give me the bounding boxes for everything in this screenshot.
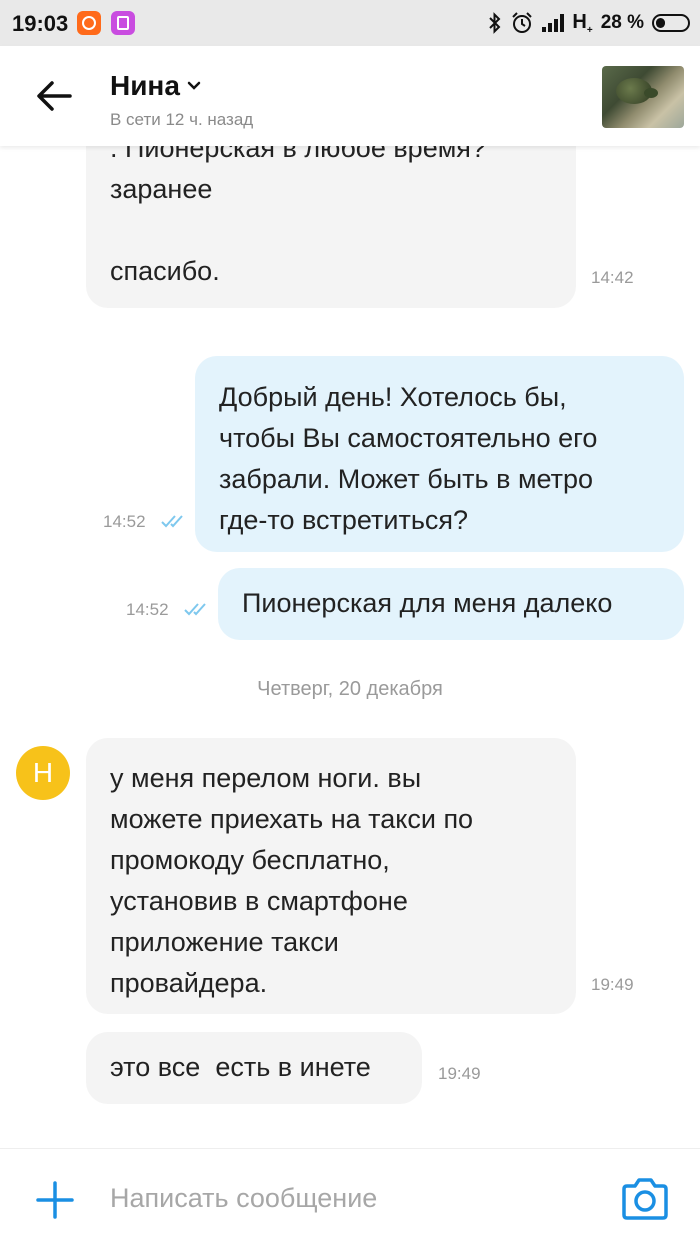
message-time: 19:49 bbox=[438, 1064, 481, 1083]
back-button[interactable] bbox=[30, 76, 78, 116]
status-bar: 19:03 H+ 28 % bbox=[0, 0, 700, 46]
bluetooth-icon bbox=[489, 12, 501, 34]
arrow-left-icon bbox=[37, 81, 72, 111]
composer-bar bbox=[0, 1148, 700, 1244]
network-type: H+ bbox=[572, 10, 593, 36]
message-list: . Пионерская в любое время? заранее спас… bbox=[0, 146, 700, 1146]
message-bubble-incoming[interactable]: это все есть в инете bbox=[86, 1032, 422, 1104]
contact-name-label: Нина bbox=[110, 70, 180, 101]
read-checkmarks-icon bbox=[161, 515, 183, 528]
camera-icon bbox=[622, 1178, 668, 1220]
message-bubble-outgoing[interactable]: Добрый день! Хотелось бы, чтобы Вы самос… bbox=[195, 356, 684, 552]
battery-percent: 28 % bbox=[600, 12, 644, 33]
message-time: 19:49 bbox=[591, 975, 634, 994]
listing-photo[interactable] bbox=[602, 66, 684, 128]
contact-status: В сети 12 ч. назад bbox=[110, 110, 254, 129]
message-text: Добрый день! Хотелось бы, чтобы Вы самос… bbox=[219, 382, 598, 535]
battery-icon bbox=[652, 14, 690, 32]
attach-button[interactable] bbox=[36, 1181, 74, 1219]
chevron-down-icon bbox=[187, 81, 201, 90]
contact-name[interactable]: Нина bbox=[110, 70, 202, 102]
camera-button[interactable] bbox=[620, 1177, 670, 1221]
signal-icon bbox=[542, 14, 565, 32]
gallery-app-icon bbox=[111, 11, 135, 35]
message-text: это все есть в инете bbox=[110, 1052, 371, 1082]
read-checkmarks-icon bbox=[184, 603, 206, 616]
message-text: Пионерская для меня далеко bbox=[242, 588, 613, 618]
chat-header: Нина В сети 12 ч. назад bbox=[0, 46, 700, 146]
message-bubble-incoming[interactable]: . Пионерская в любое время? заранее спас… bbox=[86, 146, 576, 308]
message-input[interactable] bbox=[110, 1175, 580, 1221]
status-time: 19:03 bbox=[12, 11, 69, 36]
message-time: 14:42 bbox=[591, 268, 634, 287]
message-text: у меня перелом ноги. вы можете приехать … bbox=[110, 763, 474, 998]
message-bubble-incoming[interactable]: у меня перелом ноги. вы можете приехать … bbox=[86, 738, 576, 1014]
message-time: 14:52 bbox=[103, 512, 146, 531]
plus-icon bbox=[36, 1181, 74, 1219]
message-text: . Пионерская в любое время? заранее спас… bbox=[110, 146, 486, 286]
date-separator: Четверг, 20 декабря bbox=[257, 678, 443, 700]
sender-avatar[interactable]: Н bbox=[16, 746, 70, 800]
status-indicators: H+ 28 % bbox=[488, 10, 690, 36]
message-bubble-outgoing[interactable]: Пионерская для меня далеко bbox=[218, 568, 684, 640]
alarm-icon bbox=[512, 12, 533, 33]
mi-app-icon bbox=[77, 11, 101, 35]
message-time: 14:52 bbox=[126, 600, 169, 619]
